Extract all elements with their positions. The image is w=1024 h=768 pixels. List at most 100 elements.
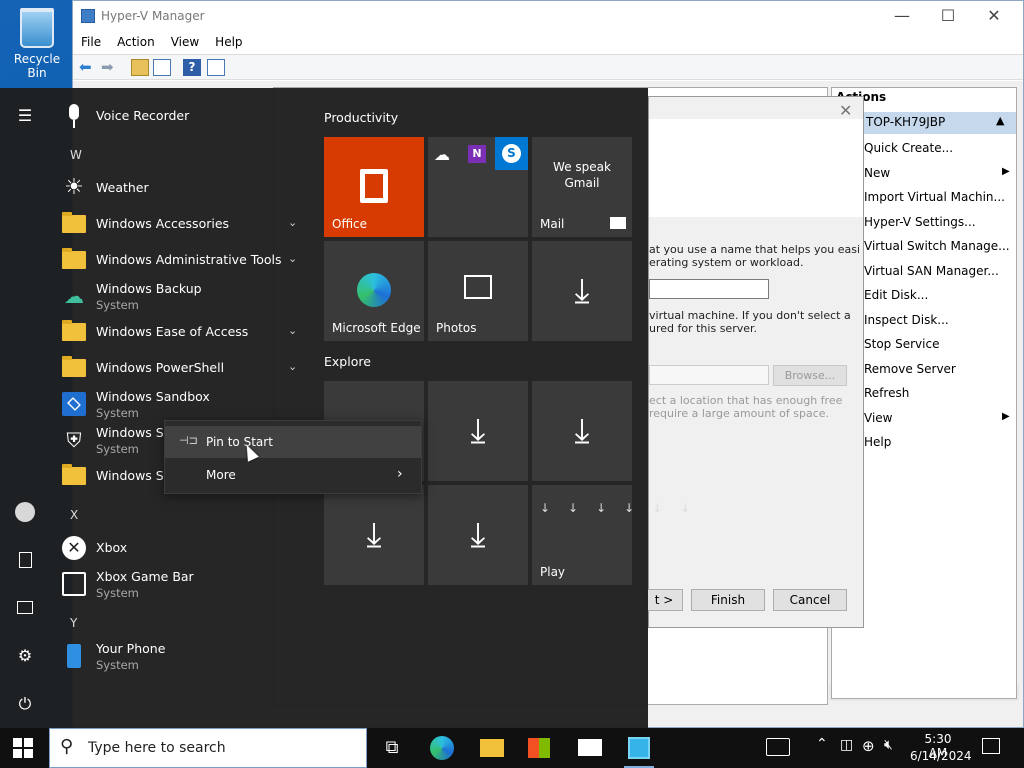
- clock-date[interactable]: 6/14/2024: [910, 749, 972, 763]
- next-button[interactable]: t >: [645, 589, 683, 611]
- start-rail: ☰ ⚙ ⏻: [0, 88, 50, 728]
- avatar: [15, 502, 35, 522]
- chevron-down-icon: ⌄: [288, 216, 298, 229]
- app-name: Xbox: [96, 540, 128, 555]
- download-arrow-icon: ⤓: [574, 411, 590, 451]
- settings-gear-icon[interactable]: ⚙: [13, 644, 37, 668]
- back-arrow-icon[interactable]: ⬅: [79, 59, 97, 76]
- network-globe-icon[interactable]: ⊕: [862, 737, 875, 755]
- hamburger-menu-icon[interactable]: ☰: [13, 104, 37, 128]
- recycle-bin-shortcut[interactable]: Recycle Bin: [4, 6, 70, 80]
- tile-downloading[interactable]: ⤓: [532, 381, 632, 481]
- app-windows-accessories[interactable]: Windows Accessories ⌄: [62, 206, 307, 242]
- app-name: Windows Administrative Tools: [96, 252, 282, 267]
- taskbar-search-box[interactable]: ⚲ Type here to search: [49, 728, 367, 768]
- hyperv-taskbar-icon[interactable]: [628, 737, 650, 759]
- app-windows-backup[interactable]: ☁ Windows Backup System: [62, 278, 307, 314]
- tile-downloading[interactable]: ⤓: [428, 485, 528, 585]
- app-windows-admin-tools[interactable]: Windows Administrative Tools ⌄: [62, 242, 307, 278]
- tile-downloading[interactable]: ⤓: [324, 485, 424, 585]
- skype-icon: S: [502, 144, 521, 163]
- app-name: Windows Backup: [96, 281, 202, 296]
- app-subtitle: System: [96, 442, 139, 456]
- app-name: Windows Ease of Access: [96, 324, 249, 339]
- tile-office-apps-group[interactable]: ☁ N S: [428, 137, 528, 237]
- task-view-icon[interactable]: ⧉: [380, 736, 404, 760]
- sun-icon: ☀: [64, 175, 84, 200]
- app-weather[interactable]: ☀ Weather: [62, 170, 307, 206]
- tile-downloading[interactable]: ⤓: [428, 381, 528, 481]
- file-explorer-icon[interactable]: [480, 739, 504, 757]
- app-subtitle: System: [96, 298, 139, 312]
- chevron-up-icon[interactable]: ⌃: [816, 736, 828, 752]
- section-letter[interactable]: W: [70, 148, 82, 162]
- mail-promo-text: We speak Gmail: [553, 160, 611, 190]
- show-hide-tree-icon[interactable]: [153, 59, 171, 76]
- group-productivity[interactable]: Productivity: [324, 110, 398, 125]
- power-icon[interactable]: ⏻: [13, 692, 37, 716]
- edge-taskbar-icon[interactable]: [430, 736, 454, 760]
- tile-microsoft-edge[interactable]: Microsoft Edge: [324, 241, 424, 341]
- keyboard-icon[interactable]: [766, 738, 790, 756]
- app-voice-recorder[interactable]: Voice Recorder: [62, 98, 307, 134]
- app-your-phone[interactable]: Your Phone System: [62, 638, 307, 674]
- app-xbox[interactable]: ✕ Xbox: [62, 530, 307, 566]
- name-instructions: at you use a name that helps you easily …: [649, 243, 859, 269]
- help-icon[interactable]: ?: [183, 59, 201, 76]
- section-letter[interactable]: Y: [70, 616, 77, 630]
- menu-help[interactable]: Help: [207, 31, 250, 53]
- forward-arrow-icon[interactable]: ➡: [101, 59, 119, 76]
- vm-name-input[interactable]: [649, 279, 769, 299]
- meet-now-icon[interactable]: ◫: [840, 737, 853, 753]
- action-pane-icon[interactable]: [207, 59, 225, 76]
- cloud-upload-icon: ☁: [64, 284, 84, 308]
- menu-item-more[interactable]: More ›: [165, 459, 421, 491]
- chevron-down-icon: ⌄: [288, 360, 298, 373]
- app-windows-sandbox[interactable]: Windows Sandbox System: [62, 386, 307, 422]
- cancel-button[interactable]: Cancel: [773, 589, 847, 611]
- up-folder-icon[interactable]: [131, 59, 149, 76]
- app-windows-ease-of-access[interactable]: Windows Ease of Access ⌄: [62, 314, 307, 350]
- windows-start-icon[interactable]: [13, 738, 33, 758]
- office-icon: [360, 169, 388, 203]
- collapse-up-icon[interactable]: ▲: [996, 114, 1004, 127]
- tile-mail[interactable]: We speak Gmail Mail: [532, 137, 632, 237]
- download-arrow-icon: ⤓: [366, 515, 382, 555]
- pictures-icon[interactable]: [13, 596, 37, 620]
- game-bar-icon: [62, 572, 86, 596]
- menu-item-pin-to-start[interactable]: ⊣⊐ Pin to Start: [165, 426, 421, 458]
- minimize-icon[interactable]: —: [879, 5, 925, 27]
- section-letter[interactable]: X: [70, 508, 78, 522]
- folder-icon: [62, 464, 86, 485]
- close-icon[interactable]: ✕: [971, 5, 1017, 27]
- pin-icon: ⊣⊐: [179, 434, 198, 447]
- maximize-icon[interactable]: ☐: [925, 5, 971, 27]
- recycle-bin-label: Recycle Bin: [13, 52, 61, 80]
- app-list: Voice Recorder W ☀ Weather Windows Acces…: [52, 88, 310, 728]
- tile-office[interactable]: Office: [324, 137, 424, 237]
- finish-button[interactable]: Finish: [691, 589, 765, 611]
- mail-taskbar-icon[interactable]: [578, 739, 602, 756]
- tile-play-folder[interactable]: ↓↓↓↓↓↓ Play: [532, 485, 690, 585]
- menu-item-label: Pin to Start: [206, 435, 273, 449]
- search-placeholder: Type here to search: [88, 740, 226, 756]
- app-xbox-game-bar[interactable]: Xbox Game Bar System: [62, 566, 307, 602]
- tile-downloading[interactable]: ⤓: [532, 241, 632, 341]
- store-icon[interactable]: [528, 738, 550, 758]
- menu-file[interactable]: File: [73, 31, 109, 53]
- close-icon[interactable]: ✕: [839, 101, 852, 120]
- volume-muted-icon[interactable]: 🔇︎: [884, 737, 893, 753]
- documents-icon[interactable]: [13, 548, 37, 572]
- app-windows-powershell[interactable]: Windows PowerShell ⌄: [62, 350, 307, 386]
- download-arrow-icon: ⤓: [574, 271, 590, 311]
- action-new-label: New: [864, 165, 891, 180]
- group-explore[interactable]: Explore: [324, 354, 371, 369]
- folder-icon: [62, 356, 86, 377]
- tile-photos[interactable]: Photos: [428, 241, 528, 341]
- menu-view[interactable]: View: [163, 31, 207, 53]
- notifications-icon[interactable]: [982, 738, 1000, 754]
- app-name: Voice Recorder: [96, 108, 190, 123]
- menu-action[interactable]: Action: [109, 31, 163, 53]
- user-account-icon[interactable]: [13, 500, 37, 524]
- host-name: TOP-KH79JBP: [866, 115, 946, 129]
